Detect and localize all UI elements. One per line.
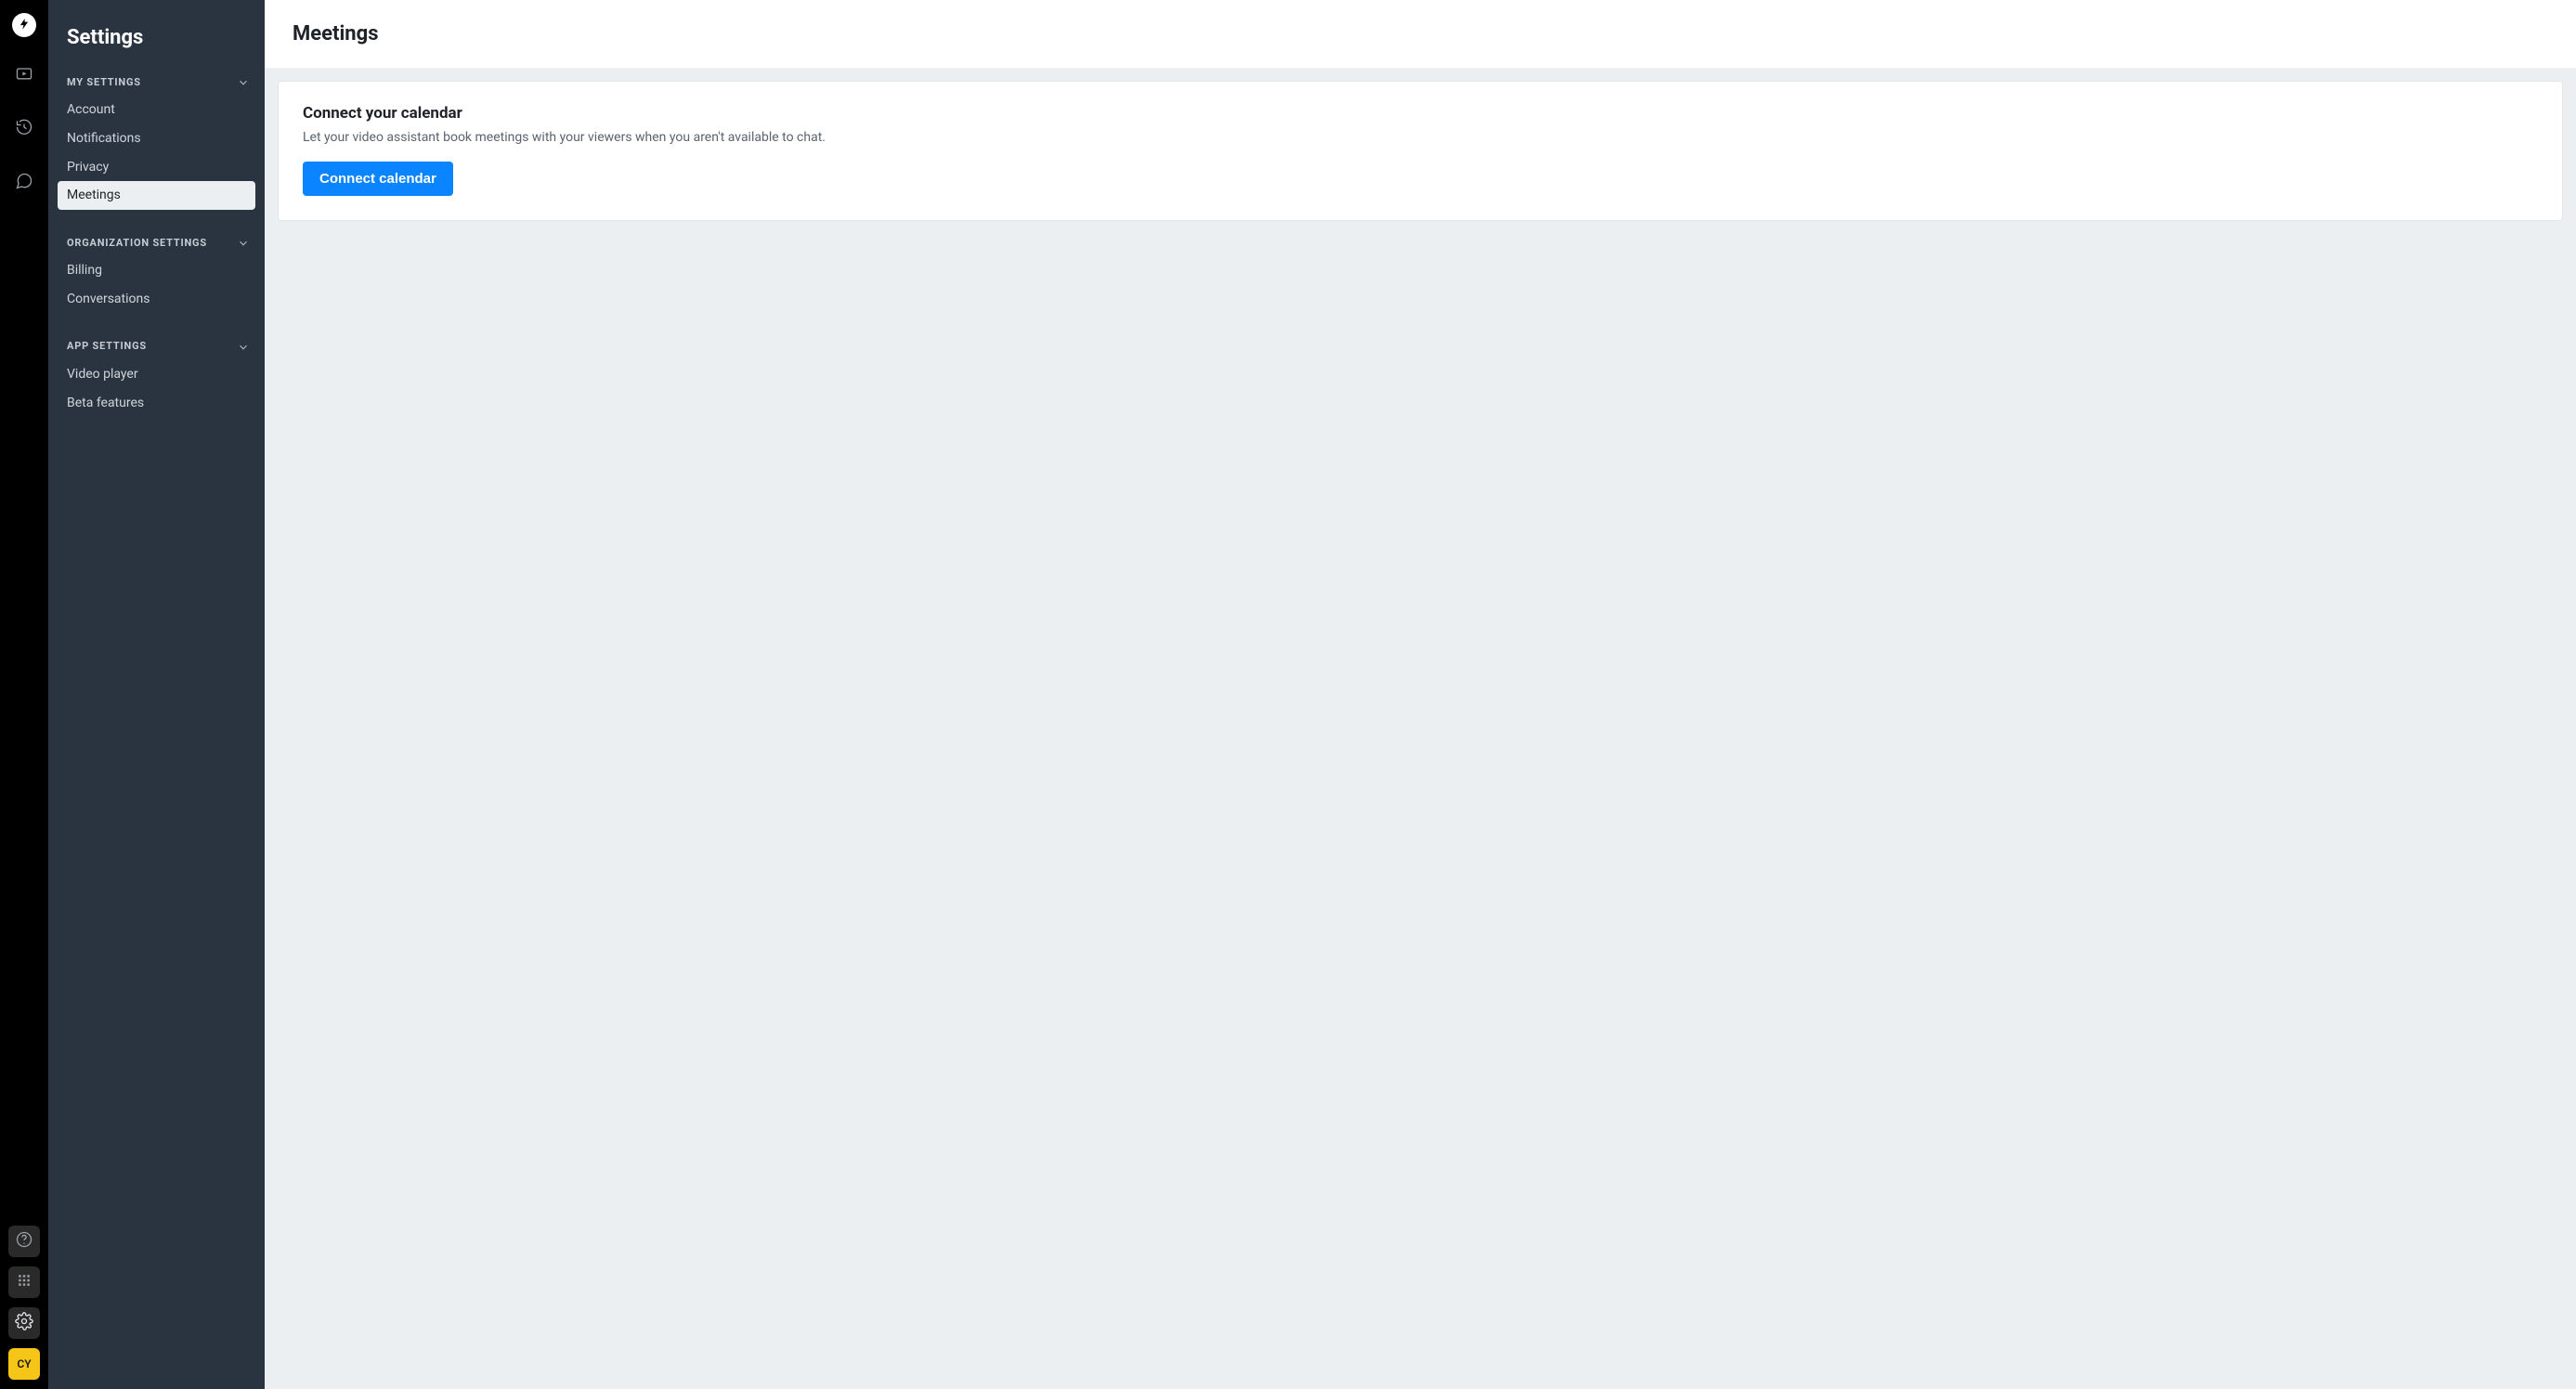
nav-item-notifications[interactable]: Notifications bbox=[58, 124, 255, 153]
nav-item-privacy[interactable]: Privacy bbox=[58, 153, 255, 182]
nav-item-label: Meetings bbox=[67, 188, 121, 202]
nav-video[interactable] bbox=[8, 59, 40, 91]
chat-icon bbox=[15, 172, 33, 194]
nav-settings[interactable] bbox=[8, 1307, 40, 1339]
section-label: APP SETTINGS bbox=[67, 340, 147, 352]
user-avatar[interactable]: CY bbox=[8, 1348, 40, 1380]
nav-item-account[interactable]: Account bbox=[58, 96, 255, 124]
nav-apps[interactable] bbox=[8, 1266, 40, 1298]
card-description: Let your video assistant book meetings w… bbox=[303, 130, 2538, 145]
help-icon bbox=[15, 1230, 33, 1253]
page-title: Meetings bbox=[293, 22, 2548, 45]
section-items: Video player Beta features bbox=[48, 360, 265, 418]
main-content: Meetings Connect your calendar Let your … bbox=[265, 0, 2576, 1389]
rail-bottom: CY bbox=[8, 1226, 40, 1389]
chevron-down-icon bbox=[237, 75, 250, 88]
nav-item-label: Privacy bbox=[67, 160, 109, 175]
main-header: Meetings bbox=[265, 0, 2576, 68]
main-body: Connect your calendar Let your video ass… bbox=[265, 68, 2576, 234]
video-play-icon bbox=[15, 64, 33, 86]
section-header-organization-settings[interactable]: ORGANIZATION SETTINGS bbox=[48, 236, 265, 256]
section-label: ORGANIZATION SETTINGS bbox=[67, 237, 207, 249]
settings-sidebar: Settings MY SETTINGS Account Notificatio… bbox=[48, 0, 265, 1389]
section-app-settings: APP SETTINGS Video player Beta features bbox=[48, 340, 265, 418]
nav-chat[interactable] bbox=[8, 167, 40, 199]
section-items: Account Notifications Privacy Meetings bbox=[48, 96, 265, 210]
nav-item-conversations[interactable]: Conversations bbox=[58, 285, 255, 314]
app-logo[interactable] bbox=[12, 13, 36, 37]
nav-item-billing[interactable]: Billing bbox=[58, 256, 255, 285]
apps-grid-icon bbox=[15, 1271, 33, 1293]
bolt-icon bbox=[18, 17, 31, 34]
nav-item-label: Video player bbox=[67, 367, 138, 382]
connect-calendar-button[interactable]: Connect calendar bbox=[303, 162, 453, 196]
nav-item-label: Conversations bbox=[67, 292, 150, 306]
nav-item-beta-features[interactable]: Beta features bbox=[58, 389, 255, 418]
section-organization-settings: ORGANIZATION SETTINGS Billing Conversati… bbox=[48, 236, 265, 314]
avatar-initials: CY bbox=[17, 1357, 31, 1370]
sidebar-title: Settings bbox=[48, 26, 265, 75]
section-items: Billing Conversations bbox=[48, 256, 265, 314]
section-header-app-settings[interactable]: APP SETTINGS bbox=[48, 340, 265, 360]
button-label: Connect calendar bbox=[319, 171, 436, 187]
nav-help[interactable] bbox=[8, 1226, 40, 1257]
section-header-my-settings[interactable]: MY SETTINGS bbox=[48, 75, 265, 96]
connect-calendar-card: Connect your calendar Let your video ass… bbox=[278, 81, 2563, 221]
card-title: Connect your calendar bbox=[303, 104, 2538, 123]
app-rail: CY bbox=[0, 0, 48, 1389]
nav-history[interactable] bbox=[8, 113, 40, 145]
gear-icon bbox=[15, 1312, 33, 1334]
section-label: MY SETTINGS bbox=[67, 76, 141, 88]
nav-item-label: Account bbox=[67, 102, 115, 117]
nav-item-label: Beta features bbox=[67, 396, 144, 410]
nav-item-meetings[interactable]: Meetings bbox=[58, 181, 255, 210]
nav-item-label: Billing bbox=[67, 263, 102, 278]
nav-item-label: Notifications bbox=[67, 131, 141, 146]
section-my-settings: MY SETTINGS Account Notifications Privac… bbox=[48, 75, 265, 210]
rail-top bbox=[8, 13, 40, 199]
chevron-down-icon bbox=[237, 236, 250, 249]
nav-item-video-player[interactable]: Video player bbox=[58, 360, 255, 389]
history-icon bbox=[15, 118, 33, 140]
chevron-down-icon bbox=[237, 340, 250, 353]
